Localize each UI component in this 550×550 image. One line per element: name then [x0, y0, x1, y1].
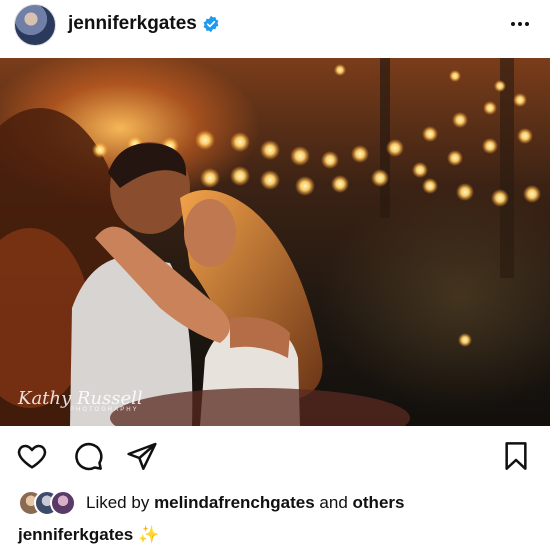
likes-user[interactable]: melindafrenchgates	[154, 493, 315, 512]
photographer-watermark: Kathy Russell PHOTOGRAPHY	[18, 388, 143, 413]
send-icon[interactable]	[126, 440, 158, 472]
comment-icon[interactable]	[72, 440, 104, 472]
caption: jenniferkgates ✨	[18, 525, 159, 545]
post-photo[interactable]: Kathy Russell PHOTOGRAPHY	[0, 58, 550, 426]
watermark-signature: Kathy Russell	[18, 388, 143, 409]
more-options-icon[interactable]	[508, 12, 532, 36]
bookmark-icon[interactable]	[500, 440, 532, 472]
photo-illustration	[0, 58, 541, 426]
likes-text[interactable]: Liked by melindafrenchgates and others	[86, 493, 404, 513]
caption-username[interactable]: jenniferkgates	[18, 525, 133, 544]
likes-prefix: Liked by	[86, 493, 150, 512]
watermark-sub: PHOTOGRAPHY	[70, 407, 139, 413]
liker-avatar[interactable]	[50, 490, 76, 516]
heart-icon[interactable]	[16, 440, 48, 472]
likes-joiner: and	[319, 493, 348, 512]
post-header: jenniferkgates	[0, 0, 550, 56]
avatar[interactable]	[14, 4, 56, 46]
username[interactable]: jenniferkgates	[68, 13, 197, 35]
likes-others[interactable]: others	[353, 493, 405, 512]
verified-badge-icon	[203, 15, 219, 33]
likes-row: Liked by melindafrenchgates and others	[18, 490, 538, 516]
action-bar	[0, 432, 550, 482]
caption-text: ✨	[138, 525, 160, 544]
